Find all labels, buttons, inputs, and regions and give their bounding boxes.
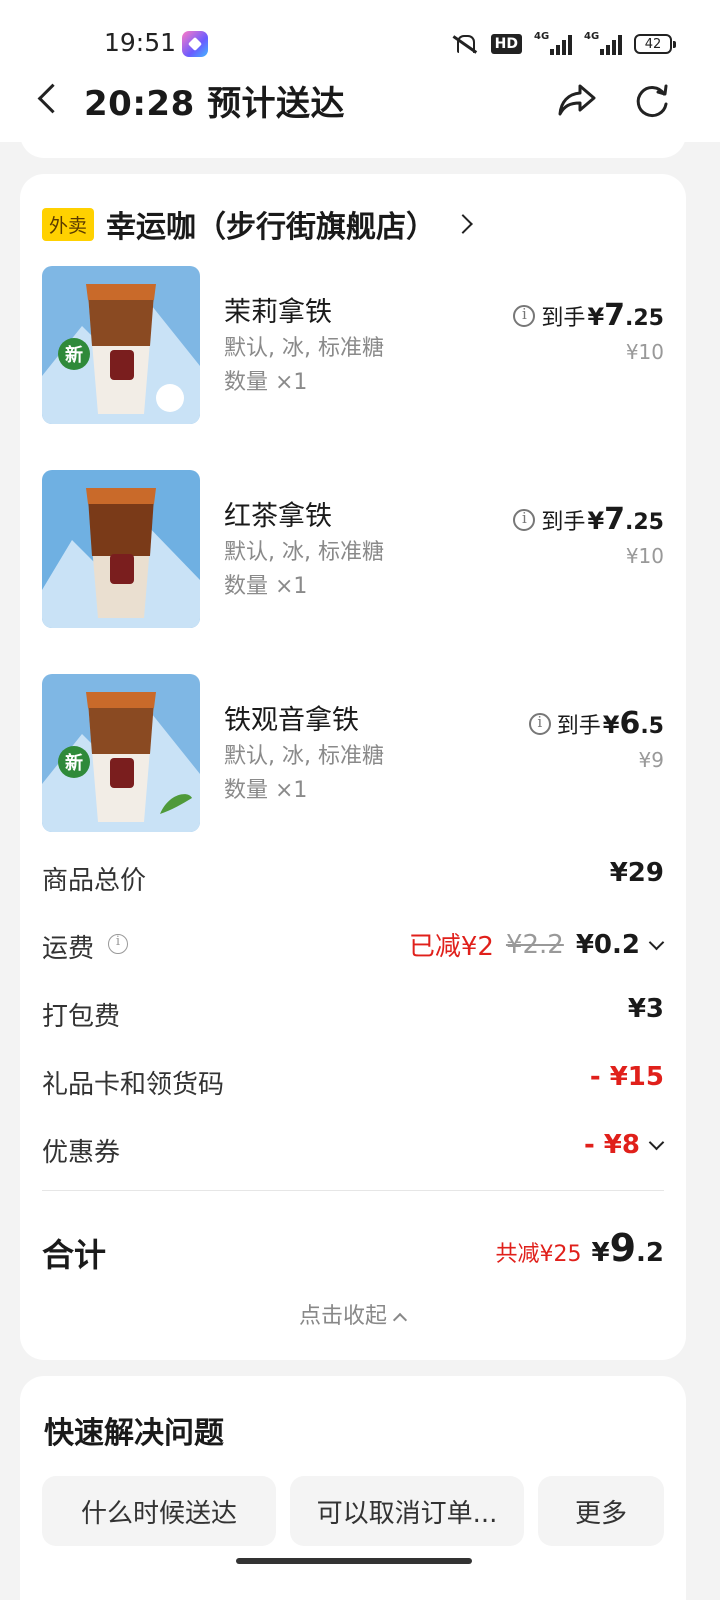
network-type-1: 4G	[534, 31, 550, 42]
product-image-tieguanyin-latte: 新	[42, 674, 200, 832]
delivery-fee-row[interactable]: 运费 已减¥2 ¥2.2 ¥0.2	[42, 922, 664, 966]
total-currency: ¥	[591, 1238, 610, 1268]
previous-card-bottom	[20, 120, 686, 158]
info-icon[interactable]	[528, 712, 551, 735]
price-integer: 7	[604, 298, 626, 333]
delivery-fee-value: 已减¥2 ¥2.2 ¥0.2	[409, 926, 664, 963]
item-name: 红茶拿铁	[224, 501, 332, 532]
delivery-info-icon[interactable]	[108, 934, 128, 954]
item-name: 茉莉拿铁	[224, 297, 332, 328]
price-currency: ¥	[587, 303, 605, 331]
total-integer: 9	[609, 1226, 637, 1270]
coupon-label: 优惠券	[42, 1138, 121, 1168]
gift-card-value: - ¥15	[589, 1062, 664, 1092]
price-decimal: .5	[640, 714, 664, 739]
chevron-down-icon	[648, 1137, 664, 1153]
chevron-up-icon	[393, 1311, 407, 1323]
order-item[interactable]: 红茶拿铁 默认, 冰, 标准糖 数量 ×1 到手 ¥ 7 .25 ¥10	[42, 470, 664, 630]
signal-icon-2: 4G	[584, 31, 622, 55]
collapse-label: 点击收起	[298, 1304, 387, 1329]
info-icon[interactable]	[513, 304, 536, 327]
price-decimal: .25	[625, 510, 664, 535]
divider	[42, 1190, 664, 1191]
back-icon[interactable]	[32, 82, 62, 118]
item-quantity: 数量 ×1	[224, 574, 308, 599]
collapse-button[interactable]: 点击收起	[20, 1298, 686, 1330]
price-prefix: 到手	[541, 306, 586, 331]
order-item[interactable]: 新 茉莉拿铁 默认, 冰, 标准糖 数量 ×1 到手 ¥ 7 .25 ¥10	[42, 266, 664, 426]
item-original-price: ¥10	[625, 340, 664, 364]
page-title: 20:28 预计送达	[84, 84, 346, 124]
price-prefix: 到手	[541, 510, 586, 535]
item-original-price: ¥9	[638, 748, 664, 772]
item-quantity: 数量 ×1	[224, 778, 308, 803]
hd-icon: HD	[490, 34, 522, 54]
packing-fee-row: 打包费 ¥3	[42, 990, 664, 1034]
price-prefix: 到手	[556, 714, 601, 739]
goods-total-value: ¥29	[609, 858, 664, 888]
quick-help-card: 快速解决问题 什么时候送达 可以取消订单... 更多	[20, 1376, 686, 1600]
item-spec: 默认, 冰, 标准糖	[224, 540, 384, 565]
store-name: 幸运咖（步行街旗舰店）	[106, 210, 437, 245]
svg-text:新: 新	[65, 752, 83, 774]
delivery-original: ¥2.2	[505, 929, 564, 960]
share-icon[interactable]	[556, 80, 598, 120]
order-item[interactable]: 新 铁观音拿铁 默认, 冰, 标准糖 数量 ×1 到手 ¥ 6 .5 ¥9	[42, 674, 664, 834]
battery-icon: 42	[634, 34, 676, 54]
price-decimal: .25	[625, 306, 664, 331]
delivery-fee-label: 运费	[42, 934, 95, 964]
chevron-right-icon	[454, 213, 476, 235]
packing-fee-label: 打包费	[42, 1002, 121, 1032]
info-icon[interactable]	[513, 508, 536, 531]
price-currency: ¥	[602, 711, 620, 739]
product-image-jasmine-latte: 新	[42, 266, 200, 424]
takeout-badge: 外卖	[42, 207, 95, 241]
price-integer: 7	[604, 502, 626, 537]
mute-icon	[449, 33, 479, 55]
goods-total-row: 商品总价 ¥29	[42, 854, 664, 898]
order-card: 外卖 幸运咖（步行街旗舰店） 新 茉莉拿铁 默认, 冰, 标准糖 数量 ×1 到…	[20, 174, 686, 1360]
network-type-2: 4G	[584, 31, 600, 42]
app-notification-icon	[182, 31, 208, 57]
item-final-price: 到手 ¥ 6 .5	[528, 706, 664, 741]
help-chip-cancel-order[interactable]: 可以取消订单...	[290, 1476, 524, 1546]
help-chip-delivery-time[interactable]: 什么时候送达	[42, 1476, 276, 1546]
item-final-price: 到手 ¥ 7 .25	[513, 502, 664, 537]
status-time: 19:51	[104, 28, 177, 57]
coupon-value: - ¥8	[583, 1130, 640, 1160]
total-label: 合计	[42, 1236, 107, 1274]
total-row: 合计 共减¥25 ¥ 9 .2	[42, 1226, 664, 1276]
refresh-icon[interactable]	[632, 80, 672, 120]
goods-total-label: 商品总价	[42, 866, 147, 896]
chevron-down-icon	[648, 937, 664, 953]
delivery-final: ¥0.2	[575, 929, 640, 960]
signal-icon-1: 4G	[534, 31, 572, 55]
item-quantity: 数量 ×1	[224, 370, 308, 395]
delivery-saved: 已减¥2	[408, 932, 494, 962]
price-integer: 6	[619, 706, 641, 741]
gift-card-label: 礼品卡和领货码	[42, 1070, 225, 1100]
quick-help-title: 快速解决问题	[44, 1416, 224, 1451]
price-currency: ¥	[587, 507, 605, 535]
coupon-row[interactable]: 优惠券 - ¥8	[42, 1126, 664, 1170]
home-indicator[interactable]	[236, 1558, 472, 1564]
help-chip-more[interactable]: 更多	[538, 1476, 664, 1546]
gift-card-row: 礼品卡和领货码 - ¥15	[42, 1058, 664, 1102]
item-name: 铁观音拿铁	[224, 705, 359, 736]
coupon-value-wrap: - ¥8	[584, 1130, 664, 1160]
item-final-price: 到手 ¥ 7 .25	[513, 298, 664, 333]
svg-text:新: 新	[65, 344, 83, 366]
item-original-price: ¥10	[625, 544, 664, 568]
store-link[interactable]: 外卖 幸运咖（步行街旗舰店）	[42, 204, 476, 245]
item-spec: 默认, 冰, 标准糖	[224, 744, 384, 769]
total-saved: 共减¥25	[495, 1242, 582, 1267]
item-spec: 默认, 冰, 标准糖	[224, 336, 384, 361]
status-icons: HD 4G 4G 42	[449, 30, 676, 58]
packing-fee-value: ¥3	[627, 994, 664, 1024]
total-amount: 共减¥25 ¥ 9 .2	[495, 1226, 664, 1270]
total-decimal: .2	[636, 1238, 664, 1268]
product-image-black-tea-latte	[42, 470, 200, 628]
